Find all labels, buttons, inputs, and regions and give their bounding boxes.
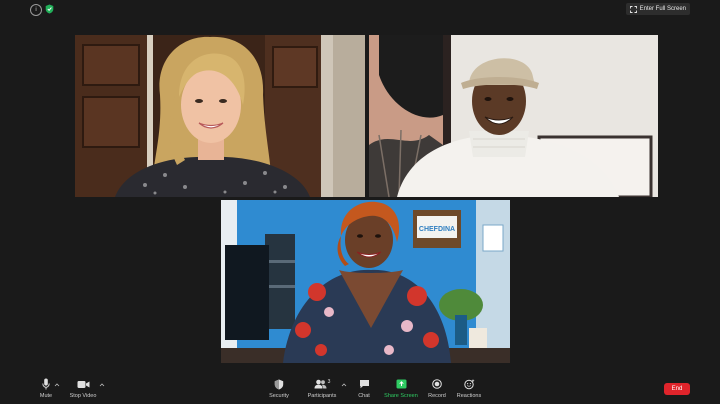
mute-label: Mute: [39, 393, 53, 399]
chat-bubble-icon: [359, 380, 369, 389]
record-label: Record: [428, 393, 446, 399]
chat-button[interactable]: Chat: [344, 378, 384, 399]
stop-video-button[interactable]: Stop Video: [63, 378, 103, 399]
stop-video-label: Stop Video: [69, 393, 97, 399]
video-options-caret-icon[interactable]: [99, 382, 105, 388]
meeting-controls-toolbar: Mute Stop Video Security 3 Participants …: [0, 376, 720, 404]
fullscreen-label: Enter Full Screen: [639, 6, 686, 12]
meeting-info-icon[interactable]: i: [30, 4, 42, 16]
mute-button[interactable]: Mute: [26, 378, 66, 399]
expand-icon: [629, 5, 637, 13]
top-bar: i Enter Full Screen: [0, 0, 720, 18]
encryption-shield-icon[interactable]: [44, 4, 54, 14]
security-label: Security: [269, 393, 289, 399]
reactions-button[interactable]: Reactions: [449, 378, 489, 399]
participant-2-video: [369, 35, 658, 197]
chefdina-sign-text: CHEFDINA: [419, 226, 455, 233]
participant-1-video: [75, 35, 365, 197]
record-icon: [432, 379, 442, 389]
participant-video-tile-3[interactable]: CHEFDINA: [221, 200, 510, 363]
end-meeting-button[interactable]: End: [664, 383, 690, 395]
end-label: End: [671, 386, 683, 392]
participants-count: 3: [327, 379, 331, 385]
participant-video-tile-2[interactable]: [369, 35, 658, 197]
reactions-label: Reactions: [456, 393, 482, 399]
shield-icon: [274, 379, 284, 389]
participant-3-video: CHEFDINA: [221, 200, 510, 363]
microphone-icon: [42, 378, 50, 390]
video-camera-icon: [77, 380, 89, 388]
enter-full-screen-button[interactable]: Enter Full Screen: [625, 3, 690, 15]
participants-button[interactable]: 3 Participants: [302, 378, 342, 399]
share-screen-button[interactable]: Share Screen: [381, 378, 421, 399]
audio-options-caret-icon[interactable]: [54, 382, 60, 388]
share-screen-icon: [396, 379, 406, 389]
security-button[interactable]: Security: [259, 378, 299, 399]
smiley-reaction-icon: [463, 379, 474, 389]
share-screen-label: Share Screen: [384, 393, 418, 399]
participant-video-tile-1[interactable]: [75, 35, 365, 197]
info-glyph: i: [35, 7, 37, 13]
chat-label: Chat: [358, 393, 370, 399]
participants-icon: [314, 379, 327, 389]
participants-label: Participants: [307, 393, 337, 399]
